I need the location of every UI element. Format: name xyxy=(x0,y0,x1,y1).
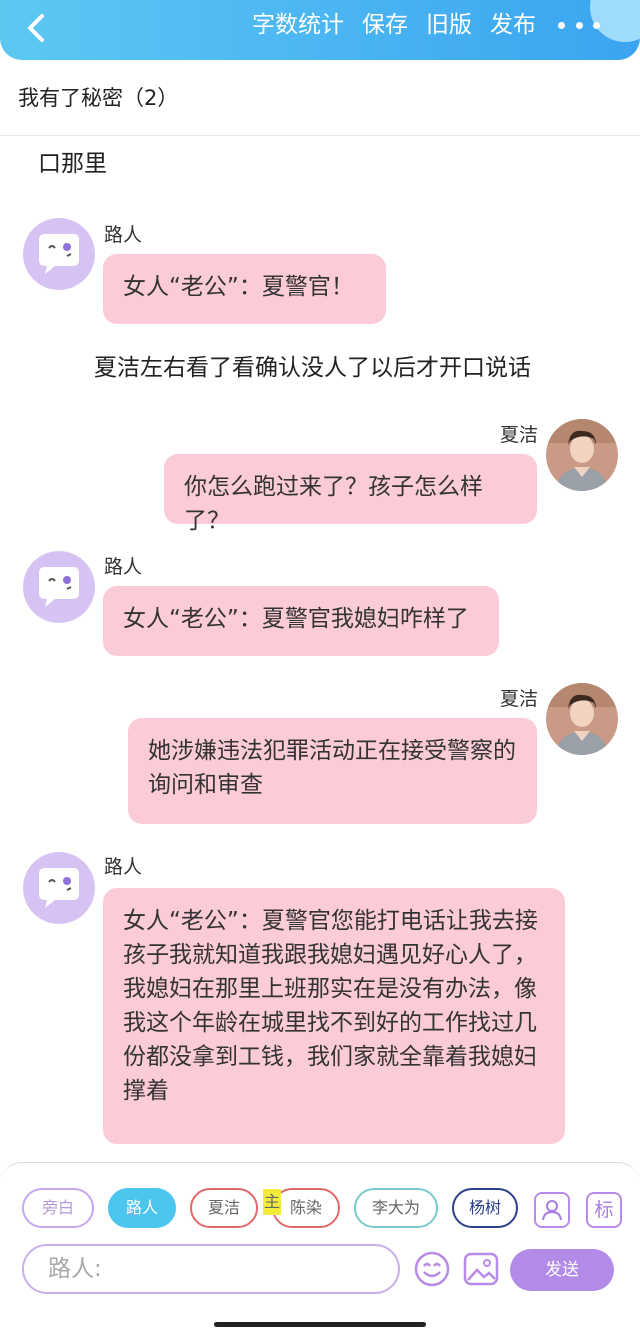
role-chip-yangshu[interactable]: 杨树 xyxy=(452,1188,518,1228)
home-indicator xyxy=(214,1322,426,1327)
speaker-name: 夏洁 xyxy=(500,424,539,446)
user-photo-icon xyxy=(546,419,618,491)
main-role-badge: 主 xyxy=(263,1189,281,1215)
add-character-button[interactable] xyxy=(534,1192,570,1228)
emoji-icon[interactable] xyxy=(413,1250,451,1288)
save-button[interactable]: 保存 xyxy=(362,10,408,40)
avatar[interactable] xyxy=(23,852,95,924)
role-chip-luren[interactable]: 路人 xyxy=(108,1188,176,1228)
message-bubble[interactable]: 女人“老公”：夏警官我媳妇咋样了 xyxy=(103,586,499,656)
message-bubble[interactable]: 她涉嫌违法犯罪活动正在接受警察的询问和审查 xyxy=(128,718,537,824)
chat-bubble-face-icon xyxy=(39,234,79,274)
role-chip-xiajie[interactable]: 夏洁 xyxy=(190,1188,258,1228)
role-chip-chenran[interactable]: 陈染 xyxy=(272,1188,340,1228)
old-version-button[interactable]: 旧版 xyxy=(426,10,472,40)
more-icon[interactable] xyxy=(558,15,600,35)
avatar[interactable] xyxy=(23,218,95,290)
message-bubble[interactable]: 你怎么跑过来了？孩子怎么样了？ xyxy=(164,454,537,534)
message-bubble[interactable]: 女人“老公”：夏警官！ xyxy=(103,254,386,324)
page-title: 我有了秘密（2） xyxy=(18,86,179,110)
speaker-name: 路人 xyxy=(104,856,143,878)
chat-bubble-face-icon xyxy=(39,868,79,908)
person-icon xyxy=(542,1200,562,1221)
user-photo-icon xyxy=(546,683,618,755)
title-row: 我有了秘密（2） xyxy=(0,60,640,136)
tag-label: 标 xyxy=(594,1199,614,1221)
narration-text: 口那里 xyxy=(38,151,107,177)
tag-button[interactable]: 标 xyxy=(586,1192,622,1228)
chat-area[interactable]: 口那里 路人 女人“老公”：夏警官！ 夏洁左右看了看确认没人了以后才开口说话 夏… xyxy=(0,136,640,1160)
back-arrow-icon[interactable] xyxy=(22,12,52,44)
role-chip-lidawei[interactable]: 李大为 xyxy=(354,1188,438,1228)
avatar[interactable] xyxy=(546,419,618,491)
speaker-name: 夏洁 xyxy=(500,688,539,710)
topbar-actions: 字数统计 保存 旧版 发布 xyxy=(252,10,536,40)
avatar[interactable] xyxy=(23,551,95,623)
narration-text: 夏洁左右看了看确认没人了以后才开口说话 xyxy=(94,355,531,381)
image-icon[interactable] xyxy=(462,1250,500,1288)
speaker-name: 路人 xyxy=(104,224,143,246)
speaker-name: 路人 xyxy=(104,556,143,578)
publish-button[interactable]: 发布 xyxy=(490,10,536,40)
send-button[interactable]: 发送 xyxy=(510,1249,614,1291)
avatar[interactable] xyxy=(546,683,618,755)
message-bubble[interactable]: 女人“老公”：夏警官您能打电话让我去接孩子我就知道我跟我媳妇遇见好心人了，我媳妇… xyxy=(103,888,565,1144)
chat-bubble-face-icon xyxy=(39,567,79,607)
role-chip-pangbai[interactable]: 旁白 xyxy=(22,1188,94,1228)
message-input[interactable]: 路人: xyxy=(22,1244,400,1294)
top-bar: 字数统计 保存 旧版 发布 xyxy=(0,0,640,60)
word-count-button[interactable]: 字数统计 xyxy=(252,10,344,40)
